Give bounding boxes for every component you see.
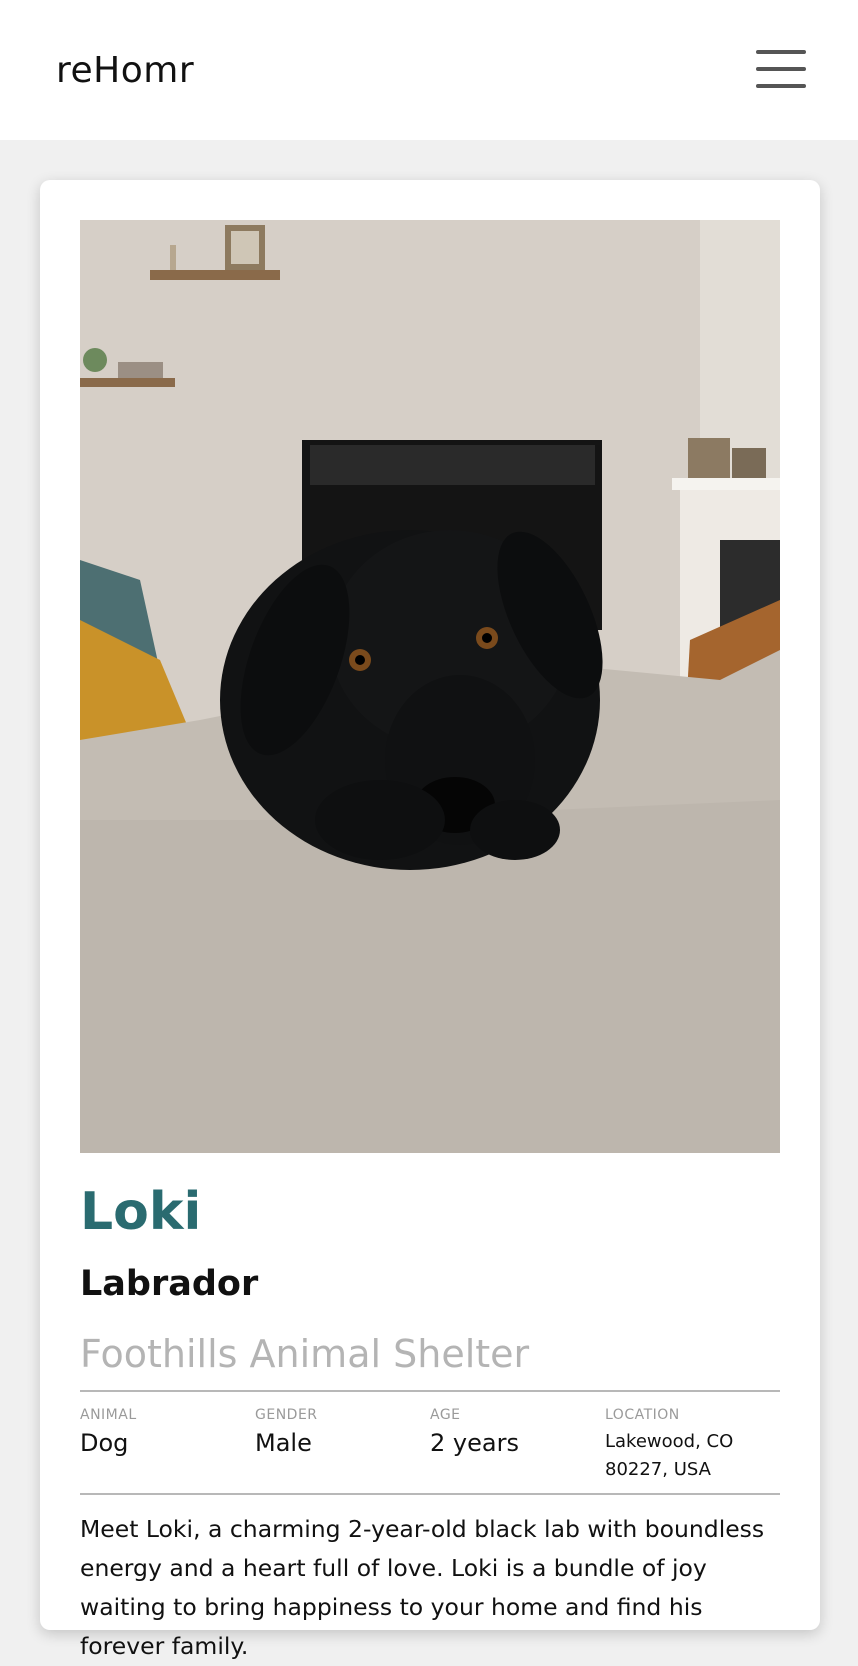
shelter-name[interactable]: Foothills Animal Shelter xyxy=(80,1330,529,1378)
menu-bar-top xyxy=(756,50,806,54)
attribute-gender: GENDER Male xyxy=(255,1406,318,1458)
attribute-location-value: Lakewood, CO 80227, USA xyxy=(605,1428,733,1484)
hamburger-menu-icon[interactable] xyxy=(756,50,806,90)
brand-logo[interactable]: reHomr xyxy=(56,49,194,93)
app-header: reHomr xyxy=(0,0,858,140)
attribute-location-label: LOCATION xyxy=(605,1407,680,1423)
location-line-1: Lakewood, CO xyxy=(605,1431,734,1452)
attribute-age-label: AGE xyxy=(430,1407,461,1423)
pet-card: Loki Labrador Foothills Animal Shelter A… xyxy=(40,180,820,1660)
divider-bottom xyxy=(80,1493,780,1495)
attribute-animal: ANIMAL Dog xyxy=(80,1406,137,1458)
pet-name: Loki xyxy=(80,1182,202,1242)
divider-top xyxy=(80,1390,780,1392)
attribute-animal-label: ANIMAL xyxy=(80,1407,137,1423)
attribute-animal-value: Dog xyxy=(80,1429,129,1457)
pet-breed: Labrador xyxy=(80,1264,259,1304)
attribute-gender-label: GENDER xyxy=(255,1407,318,1423)
attribute-location: LOCATION Lakewood, CO 80227, USA xyxy=(605,1406,733,1484)
menu-bar-bottom xyxy=(756,84,806,88)
attribute-gender-value: Male xyxy=(255,1429,312,1457)
location-line-2: 80227, USA xyxy=(605,1459,711,1480)
attribute-age-value: 2 years xyxy=(430,1429,519,1457)
pet-description: Meet Loki, a charming 2-year-old black l… xyxy=(80,1515,765,1660)
attribute-age: AGE 2 years xyxy=(430,1406,519,1458)
menu-bar-middle xyxy=(756,67,806,71)
pet-photo xyxy=(80,220,780,1153)
